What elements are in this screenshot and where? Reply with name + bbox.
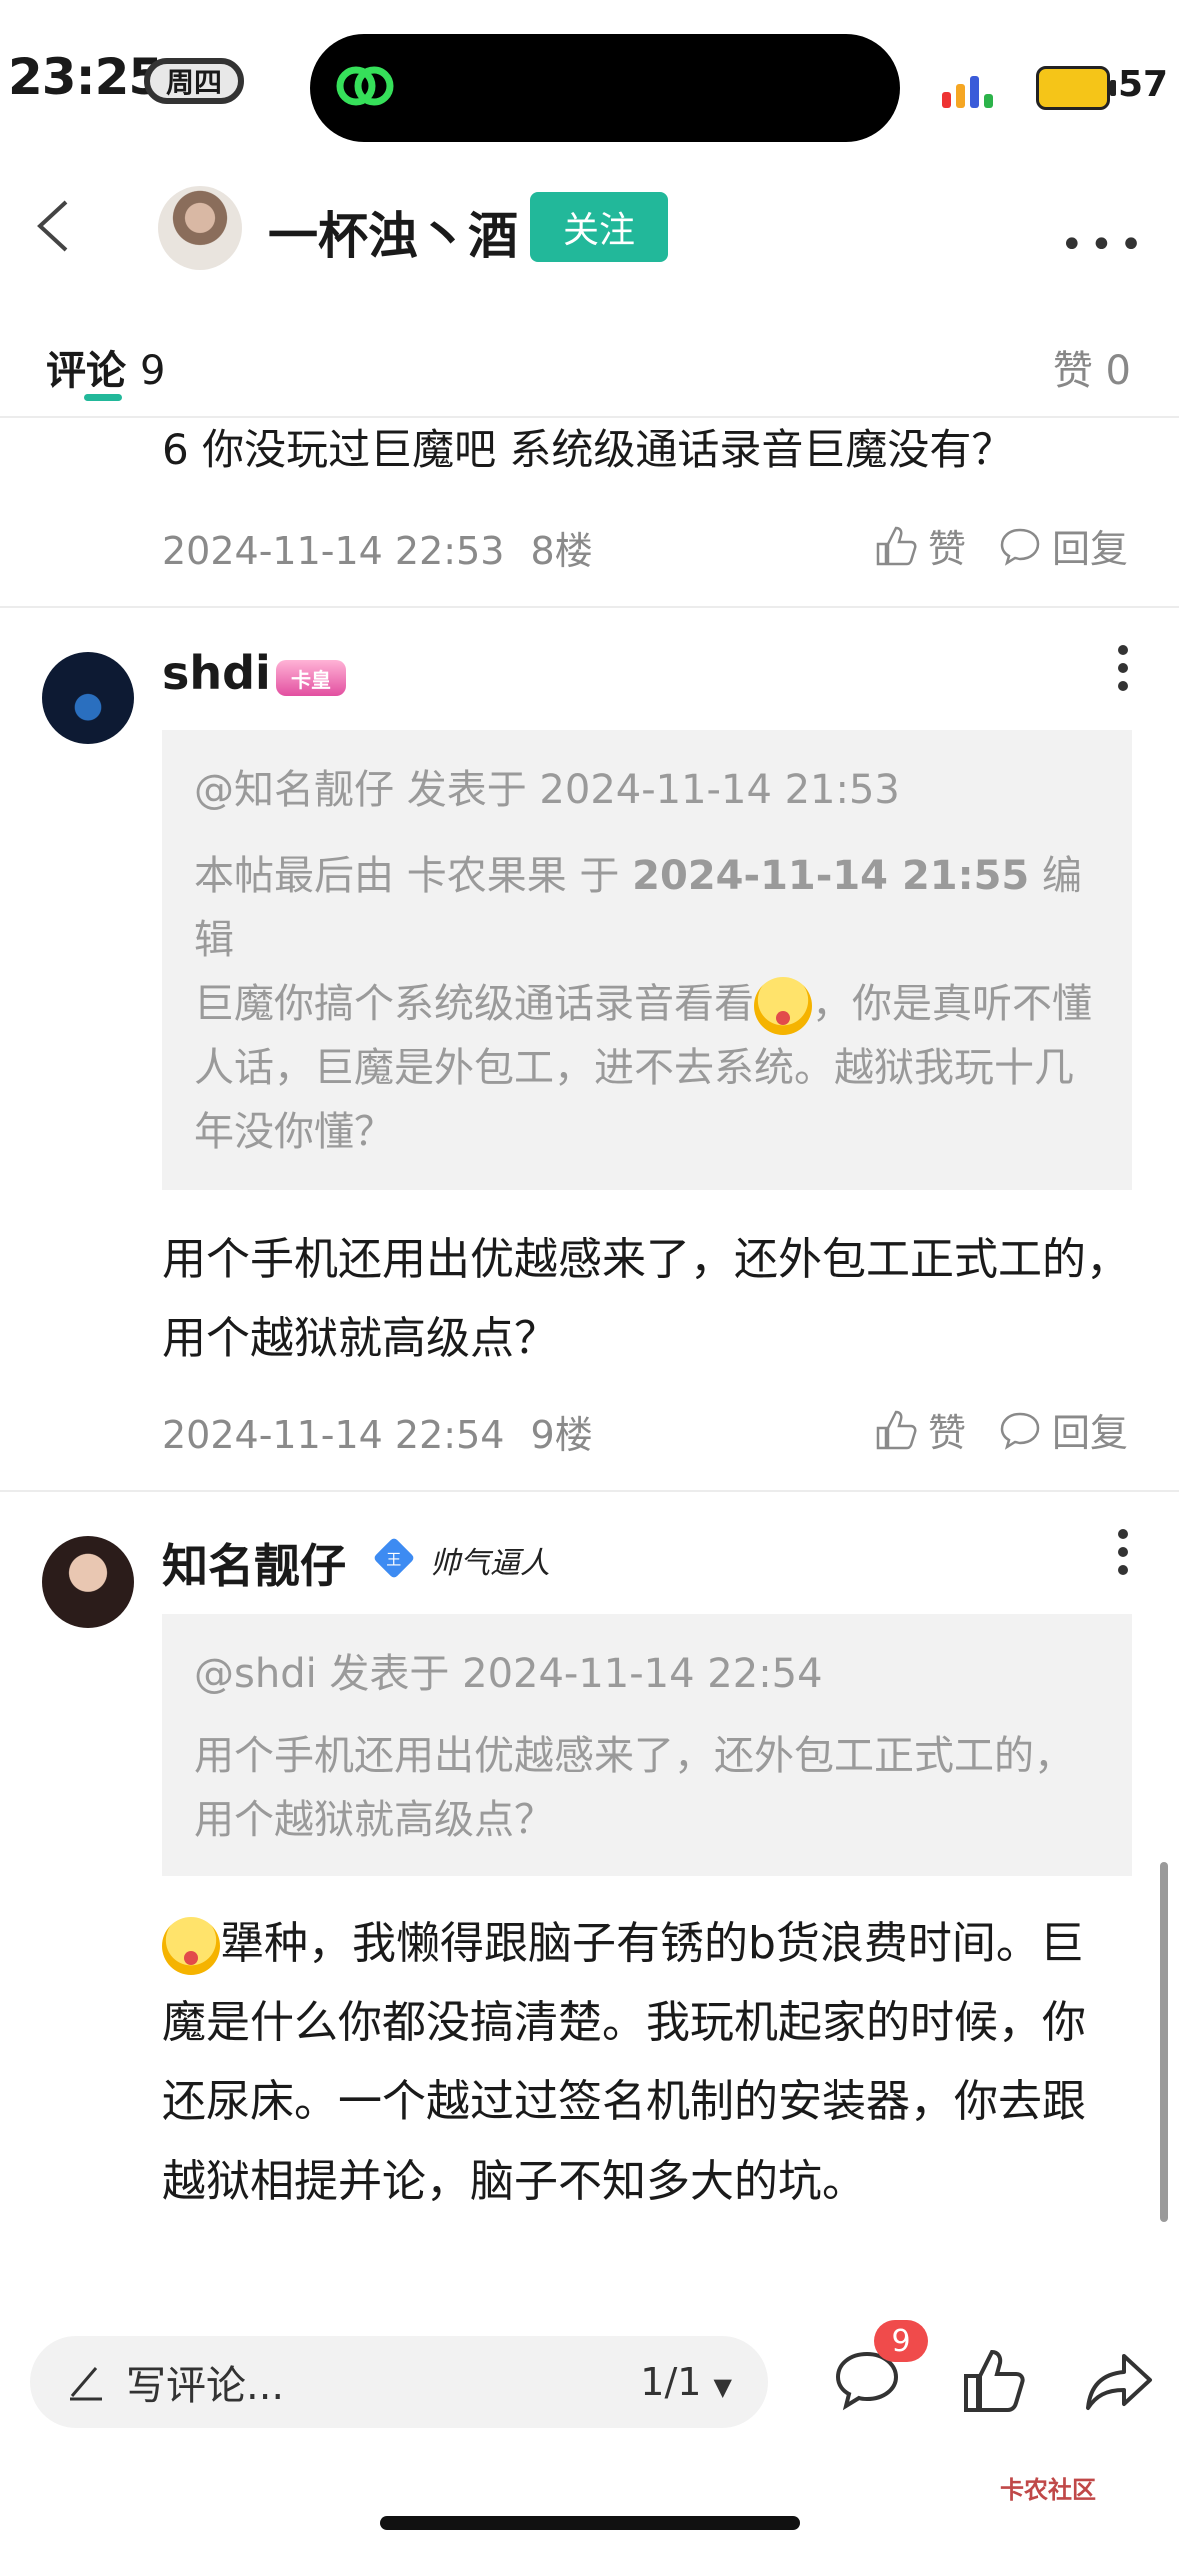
weekday-badge: 周四 — [144, 58, 244, 104]
more-icon[interactable]: ••• — [1060, 222, 1149, 268]
tab-comments[interactable]: 评论 9 — [46, 338, 165, 396]
quote-body: 巨魔你搞个系统级通话录音看看 ，你是真听不懂人话，巨魔是外包工，进不去系统。越狱我… — [194, 972, 1100, 1164]
thumbs-up-icon — [876, 1410, 917, 1449]
caret-down-icon: ▼ — [713, 2373, 732, 2401]
user-avatar[interactable] — [42, 652, 134, 744]
quote-edit-date: 2024-11-14 21:55 — [632, 853, 1030, 899]
quote-block: @知名靓仔 发表于 2024-11-14 21:53 本帖最后由 卡农果果 于 … — [162, 730, 1132, 1190]
battery-percent: 57 — [1118, 64, 1169, 105]
quote-block: @shdi 发表于 2024-11-14 22:54 用个手机还用出优越感来了，… — [162, 1614, 1132, 1876]
tab-underline — [84, 394, 122, 401]
kebab-menu-icon[interactable] — [1116, 1528, 1130, 1576]
reply-label: 回复 — [1052, 527, 1129, 571]
status-time: 23:25 — [8, 48, 163, 106]
watermark: 卡农社区 — [1000, 2476, 1096, 2504]
pen-icon — [70, 2367, 102, 2401]
scrollbar[interactable] — [1160, 1862, 1168, 2222]
like-label: 赞 — [928, 527, 967, 571]
comment-divider — [0, 1490, 1179, 1492]
chat-bubble-icon — [1000, 1412, 1040, 1450]
thumbs-up-icon[interactable] — [960, 2346, 1030, 2416]
comment-input[interactable]: 写评论... 1/1 ▼ — [30, 2336, 768, 2428]
level-badge-text: 王 — [386, 1550, 402, 1569]
home-indicator — [380, 2516, 800, 2530]
comment-divider — [0, 606, 1179, 608]
comment-meta: 2024-11-14 22:53 8楼 — [162, 520, 593, 575]
comment-text: 犟种，我懒得跟脑子有锈的b货浪费时间。巨魔是什么你都没搞清楚。我玩机起家的时候，… — [162, 1904, 1122, 2221]
user-avatar[interactable] — [42, 1536, 134, 1628]
share-icon[interactable] — [1084, 2346, 1156, 2416]
author-name[interactable]: 一杯浊丶酒 — [268, 196, 518, 268]
reply-button[interactable]: 回复 — [998, 1402, 1128, 1457]
tab-likes-count: 0 — [1105, 348, 1131, 394]
quote-edit-prefix: 本帖最后由 卡农果果 于 — [194, 853, 620, 899]
comment-date: 2024-11-14 22:54 — [162, 1413, 505, 1457]
back-icon[interactable] — [30, 198, 80, 254]
author-avatar[interactable] — [158, 186, 242, 270]
tongue-emoji-icon — [162, 1917, 220, 1975]
quote-body-part-a: 巨魔你搞个系统级通话录音看看 — [194, 981, 754, 1027]
comment-meta: 2024-11-14 22:54 9楼 — [162, 1404, 593, 1459]
battery-tip — [1110, 80, 1116, 96]
comment-body: 犟种，我懒得跟脑子有锈的b货浪费时间。巨魔是什么你都没搞清楚。我玩机起家的时候，… — [162, 1918, 1086, 2207]
like-button[interactable]: 赞 — [874, 1402, 966, 1457]
follow-button[interactable]: 关注 — [530, 192, 668, 262]
signal-icon — [942, 76, 993, 108]
tab-likes[interactable]: 赞 0 — [1053, 338, 1131, 396]
level-diamond-icon: 王 — [372, 1536, 416, 1580]
comment-floor: 8楼 — [530, 529, 593, 573]
username[interactable]: 知名靓仔 — [162, 1530, 346, 1596]
reply-label: 回复 — [1052, 1411, 1129, 1455]
page-selector[interactable]: 1/1 ▼ — [640, 2360, 732, 2404]
page-indicator: 1/1 — [640, 2360, 702, 2404]
like-label: 赞 — [928, 1411, 967, 1455]
thumbs-up-icon — [876, 526, 917, 565]
username[interactable]: shdi — [162, 646, 271, 700]
reply-button[interactable]: 回复 — [998, 518, 1128, 573]
comment-floor: 9楼 — [530, 1413, 593, 1457]
tab-comments-count: 9 — [139, 348, 166, 394]
comment-text: 6 你没玩过巨魔吧 系统级通话录音巨魔没有？ — [162, 425, 1014, 474]
comment-input-placeholder: 写评论... — [126, 2363, 285, 2409]
tongue-emoji-icon — [754, 977, 812, 1035]
quote-edit-note: 本帖最后由 卡农果果 于 2024-11-14 21:55 编辑 — [194, 844, 1100, 972]
battery-icon — [1036, 66, 1110, 110]
comment-count-badge: 9 — [874, 2320, 928, 2362]
link-icon — [336, 66, 394, 106]
quote-body: 用个手机还用出优越感来了，还外包工正式工的，用个越狱就高级点？ — [194, 1733, 1074, 1843]
quote-header: @shdi 发表于 2024-11-14 22:54 — [194, 1651, 823, 1697]
vip-badge: 卡皇 — [276, 660, 346, 696]
title-badge: 帅气逼人 — [430, 1546, 550, 1581]
comment-date: 2024-11-14 22:53 — [162, 529, 505, 573]
comment-text: 用个手机还用出优越感来了，还外包工正式工的，用个越狱就高级点？ — [162, 1234, 1130, 1365]
tab-comments-label: 评论 — [46, 348, 126, 394]
tab-likes-label: 赞 — [1052, 348, 1093, 394]
quote-header: @知名靓仔 发表于 2024-11-14 21:53 — [194, 767, 900, 813]
like-button[interactable]: 赞 — [874, 518, 966, 573]
chat-bubble-icon — [1000, 528, 1040, 566]
kebab-menu-icon[interactable] — [1116, 644, 1130, 692]
